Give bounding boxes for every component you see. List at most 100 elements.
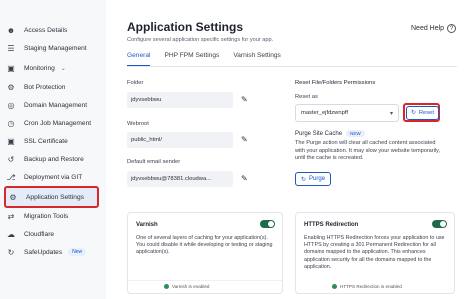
reset-button-label: Reset bbox=[418, 110, 435, 116]
sidebar-item-backup-and-restore[interactable]: ↺ Backup and Restore bbox=[6, 151, 84, 167]
reset-button[interactable]: ↻ Reset bbox=[406, 106, 440, 120]
sidebar-item-label: Bot Protection bbox=[24, 83, 66, 91]
purge-desc-line-1: The Purge action will clear all cached c… bbox=[295, 140, 436, 146]
sidebar: ☻ Access Details ☰ Staging Management ▣ … bbox=[0, 0, 106, 299]
sidebar-item-cron-job-management[interactable]: ◷ Cron Job Management bbox=[6, 115, 92, 131]
card-divider bbox=[128, 280, 282, 281]
clock-icon: ◷ bbox=[7, 118, 15, 128]
sidebar-item-staging-management[interactable]: ☰ Staging Management bbox=[6, 40, 87, 56]
folder-label: Folder bbox=[127, 80, 144, 86]
sidebar-item-label: Access Details bbox=[24, 26, 68, 34]
sidebar-item-safeupdates[interactable]: ↻ SafeUpdates New bbox=[6, 244, 87, 260]
migration-icon: ⇄ bbox=[7, 211, 15, 221]
new-badge: New bbox=[68, 248, 87, 256]
need-help-link[interactable]: Need Help ? bbox=[411, 24, 457, 33]
refresh-icon: ↻ bbox=[7, 247, 15, 257]
sidebar-item-label: SSL Certificate bbox=[24, 137, 68, 145]
tab-general[interactable]: General bbox=[127, 52, 151, 66]
tab-divider bbox=[127, 66, 457, 67]
https-desc-line-5: application. bbox=[304, 263, 332, 270]
sidebar-item-label: Cron Job Management bbox=[24, 119, 92, 127]
status-dot-icon bbox=[164, 284, 169, 289]
webroot-label: Webroot bbox=[127, 121, 149, 127]
purge-button-label: Purge bbox=[309, 176, 326, 182]
sidebar-item-monitoring[interactable]: ▣ Monitoring ⌄ bbox=[6, 60, 66, 76]
https-desc-line-3: domains mapped to the application. This … bbox=[304, 249, 426, 256]
refresh-icon: ↻ bbox=[411, 110, 416, 116]
https-desc-line-2: HTTPS by creating a 301 Permanent Redire… bbox=[304, 242, 436, 249]
https-redirection-card: HTTPS Redirection Enabling HTTPS Redirec… bbox=[295, 212, 455, 294]
tab-bar: General PHP FPM Settings Varnish Setting… bbox=[127, 52, 281, 66]
https-status: HTTPS Redirection is enabled bbox=[332, 284, 402, 289]
varnish-desc-line-1: One of several layers of caching for you… bbox=[136, 235, 268, 241]
sidebar-item-bot-protection[interactable]: ⚙ Bot Protection bbox=[6, 79, 65, 95]
gear-icon: ⚙ bbox=[9, 192, 17, 202]
webroot-field: public_html/ bbox=[127, 132, 233, 148]
varnish-desc-line-3: application(s). bbox=[136, 249, 170, 256]
sidebar-item-label: Deployment via GIT bbox=[24, 173, 83, 181]
backup-icon: ↺ bbox=[7, 154, 15, 164]
sidebar-item-ssl-certificate[interactable]: ▣ SSL Certificate bbox=[6, 133, 68, 149]
sidebar-item-deployment-via-git[interactable]: ⎇ Deployment via GIT bbox=[6, 169, 82, 185]
https-card-description: Enabling HTTPS Redirection forces your a… bbox=[304, 235, 445, 271]
tab-varnish-settings[interactable]: Varnish Settings bbox=[233, 52, 281, 66]
purge-desc-line-2: with your application. It may slow your … bbox=[295, 147, 441, 154]
layers-icon: ☰ bbox=[7, 43, 15, 53]
sidebar-item-label: Migration Tools bbox=[24, 212, 69, 220]
tab-php-fpm-settings[interactable]: PHP FPM Settings bbox=[164, 52, 219, 66]
monitor-icon: ▣ bbox=[7, 63, 15, 73]
edit-folder-pencil-icon[interactable]: ✎ bbox=[241, 95, 248, 104]
varnish-status-text: Varnish is enabled bbox=[172, 284, 210, 289]
cloud-icon: ☁ bbox=[7, 229, 15, 239]
globe-icon: ◎ bbox=[7, 100, 15, 110]
lock-icon: ▣ bbox=[7, 136, 15, 146]
purge-cache-title: Purge Site Cache NEW bbox=[295, 130, 365, 137]
sidebar-item-label: Backup and Restore bbox=[24, 155, 84, 163]
reset-as-label: Reset as bbox=[295, 94, 318, 100]
sidebar-item-label: Cloudflare bbox=[24, 230, 55, 238]
folder-field: jdyvsebbwu bbox=[127, 92, 233, 108]
purge-button[interactable]: ↻ Purge bbox=[295, 172, 332, 186]
edit-email-pencil-icon[interactable]: ✎ bbox=[241, 174, 248, 183]
purge-icon: ↻ bbox=[301, 176, 307, 183]
git-icon: ⎇ bbox=[6, 172, 16, 182]
page-title: Application Settings bbox=[127, 20, 244, 34]
https-status-text: HTTPS Redirection is enabled bbox=[340, 284, 402, 289]
reset-permissions-title: Reset File/Folders Permissions bbox=[295, 80, 376, 86]
varnish-toggle[interactable] bbox=[260, 220, 275, 228]
varnish-status: Varnish is enabled bbox=[164, 284, 209, 289]
chevron-down-icon: ⌄ bbox=[60, 65, 66, 72]
edit-webroot-pencil-icon[interactable]: ✎ bbox=[241, 135, 248, 144]
email-sender-field: jdyvsebbwu@78381.cloudwa... bbox=[127, 171, 233, 187]
help-icon: ? bbox=[447, 24, 457, 33]
sidebar-item-access-details[interactable]: ☻ Access Details bbox=[6, 22, 67, 38]
new-badge: NEW bbox=[346, 130, 365, 137]
reset-as-value: master_ejfdzwnpff bbox=[301, 110, 348, 116]
reset-as-select[interactable]: master_ejfdzwnpff ▾ bbox=[295, 104, 399, 122]
https-redirection-toggle[interactable] bbox=[432, 220, 447, 228]
page-subtitle: Configure several application specific s… bbox=[127, 37, 274, 43]
sidebar-item-domain-management[interactable]: ◎ Domain Management bbox=[6, 97, 88, 113]
email-sender-label: Default email sender bbox=[127, 159, 181, 165]
varnish-card-description: One of several layers of caching for you… bbox=[136, 235, 272, 257]
status-dot-icon bbox=[332, 284, 337, 289]
chevron-down-icon: ▾ bbox=[389, 110, 393, 117]
sidebar-item-application-settings[interactable]: ⚙ Application Settings bbox=[4, 186, 99, 208]
purge-cache-title-text: Purge Site Cache bbox=[295, 130, 343, 137]
sidebar-item-label: SafeUpdates bbox=[24, 248, 63, 256]
sidebar-item-label: Monitoring bbox=[24, 64, 55, 72]
https-card-title: HTTPS Redirection bbox=[304, 222, 359, 228]
sidebar-item-label: Domain Management bbox=[24, 101, 88, 109]
purge-cache-description: The Purge action will clear all cached c… bbox=[295, 140, 440, 163]
sidebar-item-label: Staging Management bbox=[24, 44, 87, 52]
need-help-label: Need Help bbox=[411, 25, 445, 32]
bot-icon: ⚙ bbox=[7, 82, 15, 92]
sidebar-item-migration-tools[interactable]: ⇄ Migration Tools bbox=[6, 208, 69, 224]
varnish-desc-line-2: You could disable it while developing or… bbox=[136, 242, 273, 249]
main-panel: Application Settings Configure several a… bbox=[106, 0, 474, 299]
people-icon: ☻ bbox=[6, 25, 16, 35]
sidebar-item-cloudflare[interactable]: ☁ Cloudflare bbox=[6, 226, 54, 242]
varnish-card-title: Varnish bbox=[136, 222, 158, 228]
sidebar-item-label: Application Settings bbox=[26, 193, 84, 201]
https-desc-line-4: application security for all the domains… bbox=[304, 256, 432, 263]
